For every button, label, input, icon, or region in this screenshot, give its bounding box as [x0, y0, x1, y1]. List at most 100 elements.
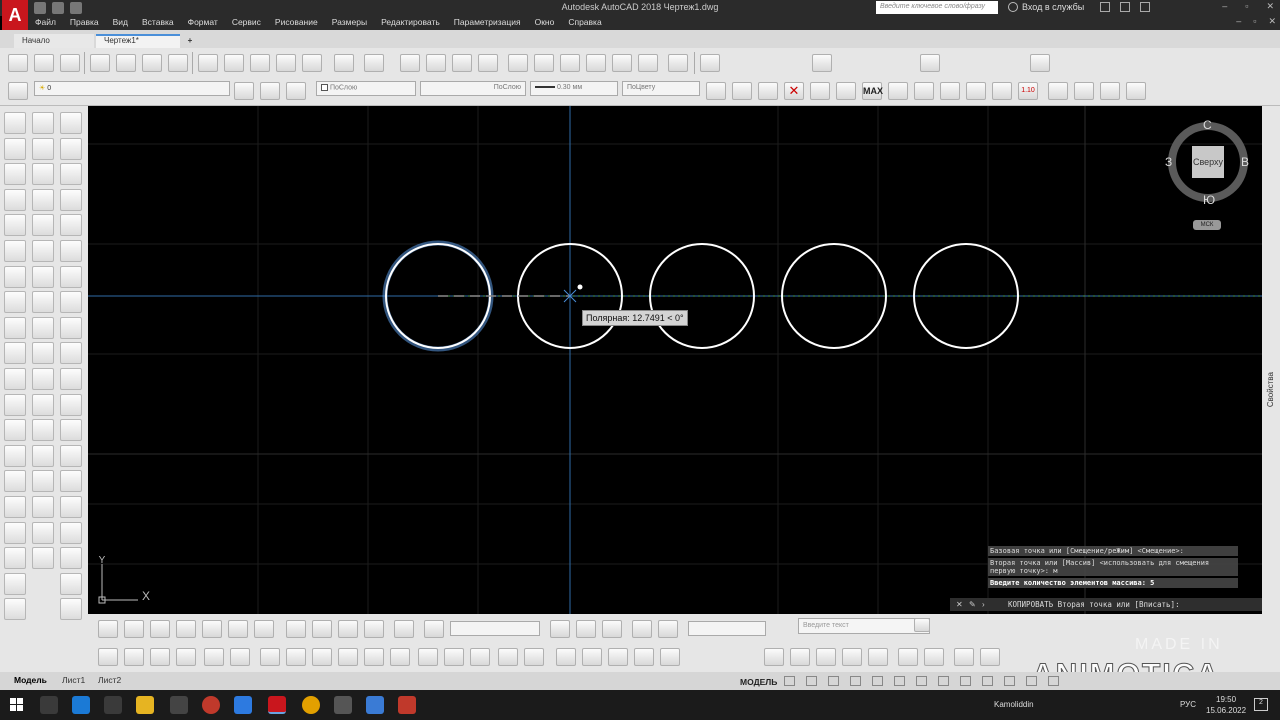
ucs-dropdown[interactable]: [688, 621, 766, 636]
properties-icon[interactable]: [508, 54, 528, 72]
gost-icon[interactable]: [524, 648, 544, 666]
signin-button[interactable]: Вход в службы: [1022, 2, 1084, 12]
divide-icon[interactable]: [60, 444, 82, 467]
camera-view-icon[interactable]: [394, 620, 414, 638]
annotation-scale-icon[interactable]: [1004, 676, 1015, 686]
doc-close-icon[interactable]: ✕: [1268, 16, 1276, 27]
extend-icon[interactable]: [32, 367, 54, 390]
attribute-icon[interactable]: [60, 393, 82, 416]
ucs-3point-icon[interactable]: [602, 620, 622, 638]
doc-minimize-icon[interactable]: –: [1236, 16, 1241, 27]
snap-toggle-icon[interactable]: [806, 676, 817, 686]
zoom-all-icon[interactable]: [954, 648, 974, 666]
ellipse-2-icon[interactable]: [60, 342, 82, 365]
region-icon[interactable]: [4, 521, 26, 544]
ellipse-icon[interactable]: [4, 342, 26, 365]
viewcube-east[interactable]: В: [1241, 155, 1249, 169]
store-icon[interactable]: [104, 696, 122, 714]
3d-print-icon[interactable]: [168, 54, 188, 72]
dim-style-icon[interactable]: [812, 54, 832, 72]
lineweight-toggle-icon[interactable]: [938, 676, 949, 686]
tray-clock[interactable]: 19:50 15.06.2022: [1206, 694, 1246, 716]
explode-icon[interactable]: [32, 547, 54, 570]
spline-fit-icon[interactable]: [60, 316, 82, 339]
calculator-icon[interactable]: [638, 54, 658, 72]
transparency-toggle-icon[interactable]: [960, 676, 971, 686]
viewcube-south[interactable]: Ю: [1203, 193, 1215, 207]
tray-user[interactable]: Kamoliddin: [994, 700, 1034, 709]
view-bottom-icon[interactable]: [312, 620, 332, 638]
solid-wedge-icon[interactable]: [124, 620, 144, 638]
draw-polyline-icon[interactable]: [286, 648, 306, 666]
find-text-input[interactable]: Введите текст: [798, 618, 930, 634]
layer-dropdown[interactable]: ☀ 0: [34, 81, 230, 96]
cart-icon[interactable]: [1100, 2, 1110, 12]
dim-jogged-icon[interactable]: [1048, 82, 1068, 100]
mtext-icon[interactable]: [4, 572, 26, 595]
cloud-icon[interactable]: [60, 291, 82, 314]
paste-icon[interactable]: [250, 54, 270, 72]
plot-icon[interactable]: [90, 54, 110, 72]
sheet-set-icon[interactable]: [586, 54, 606, 72]
quick-dimension-icon[interactable]: [706, 82, 726, 100]
publish-icon[interactable]: [142, 54, 162, 72]
minimize-icon[interactable]: –: [1222, 1, 1227, 12]
calculator-app-icon[interactable]: [234, 696, 252, 714]
help-icon[interactable]: [1140, 2, 1150, 12]
zoom-icon[interactable]: [424, 620, 444, 638]
markup-icon[interactable]: [612, 54, 632, 72]
zoom-out-icon[interactable]: [924, 648, 944, 666]
scale-icon[interactable]: [32, 291, 54, 314]
undo-icon[interactable]: [334, 54, 354, 72]
task-view-icon[interactable]: [40, 696, 58, 714]
rotate-icon[interactable]: [32, 265, 54, 288]
viewcube-west[interactable]: З: [1165, 155, 1172, 169]
close-icon[interactable]: ✕: [956, 600, 965, 609]
dim-space-icon[interactable]: [940, 82, 960, 100]
wcs-menu[interactable]: МСК: [1193, 220, 1221, 230]
tab-layout1[interactable]: Лист1: [56, 674, 91, 686]
solid-cone-icon[interactable]: [150, 620, 170, 638]
solid-sphere-icon[interactable]: [176, 620, 196, 638]
layer-properties-icon[interactable]: [8, 82, 28, 100]
trim-icon[interactable]: [32, 342, 54, 365]
rotate-tool-icon[interactable]: [364, 648, 384, 666]
menu-parametric[interactable]: Параметризация: [447, 16, 528, 30]
text-style-icon[interactable]: [700, 54, 720, 72]
recorder-icon[interactable]: [398, 696, 416, 714]
edge-icon[interactable]: [72, 696, 90, 714]
pan-icon[interactable]: [400, 54, 420, 72]
blend-icon[interactable]: [32, 521, 54, 544]
ucs-view-icon[interactable]: [658, 620, 678, 638]
zoom-scale-icon[interactable]: [816, 648, 836, 666]
dim-baseline-icon[interactable]: [888, 82, 908, 100]
break-icon[interactable]: [32, 419, 54, 442]
doc-restore-icon[interactable]: ▫: [1253, 16, 1256, 27]
chrome-icon[interactable]: [302, 696, 320, 714]
stretch-icon[interactable]: [32, 316, 54, 339]
insert-block-icon[interactable]: [4, 393, 26, 416]
frame-tool-3-icon[interactable]: [634, 648, 654, 666]
close-icon[interactable]: ✕: [1266, 1, 1274, 12]
break-at-point-icon[interactable]: [32, 393, 54, 416]
tab-layout2[interactable]: Лист2: [92, 674, 127, 686]
remote-icon[interactable]: [366, 696, 384, 714]
wrench-icon[interactable]: ✎: [969, 600, 978, 609]
menu-file[interactable]: Файл: [28, 16, 63, 30]
open-icon[interactable]: [34, 54, 54, 72]
solid-pyramid-icon[interactable]: [254, 620, 274, 638]
zoom-object-icon[interactable]: [868, 648, 888, 666]
zoom-window-icon[interactable]: [452, 54, 472, 72]
ucs-object-icon[interactable]: [632, 620, 652, 638]
menu-format[interactable]: Формат: [181, 16, 225, 30]
trim-tool-icon[interactable]: [390, 648, 410, 666]
wipeout-icon[interactable]: [60, 495, 82, 518]
notification-center-icon[interactable]: 2: [1254, 698, 1268, 711]
zoom-previous-icon[interactable]: [478, 54, 498, 72]
lineweight-dropdown[interactable]: 0.30 мм: [530, 81, 618, 96]
mirror-icon[interactable]: [32, 163, 54, 186]
dim-scale-button[interactable]: 1.10: [1018, 82, 1038, 100]
copy-icon[interactable]: [32, 137, 54, 160]
plot-preview-icon[interactable]: [116, 54, 136, 72]
region-tool-icon[interactable]: [470, 648, 490, 666]
